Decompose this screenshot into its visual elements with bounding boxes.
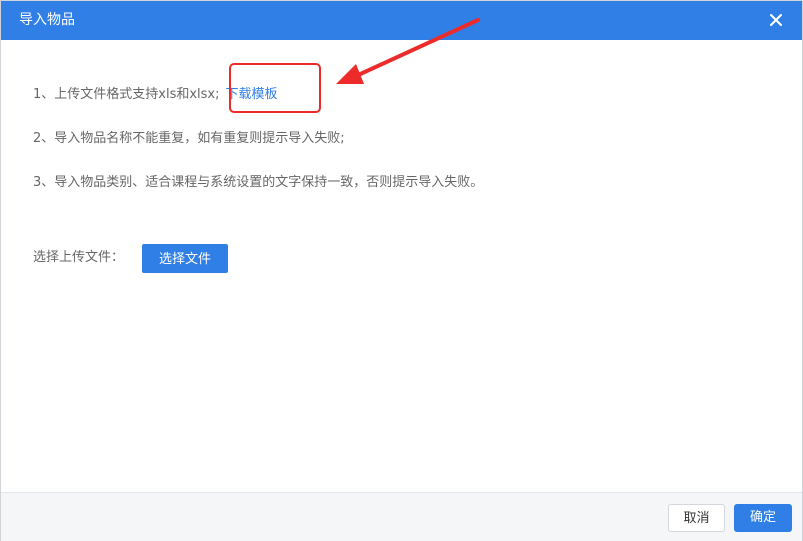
instruction-line-1: 1、上传文件格式支持xls和xlsx; 下载模板 [33, 86, 278, 104]
dialog-body: 1、上传文件格式支持xls和xlsx; 下载模板 2、导入物品名称不能重复，如有重… [1, 40, 802, 492]
confirm-button[interactable]: 确定 [734, 504, 792, 532]
instruction-line-1-text: 1、上传文件格式支持xls和xlsx; [33, 87, 220, 102]
import-items-dialog: 导入物品 1、上传文件格式支持xls和xlsx; 下载模板 2、导入物品名称不能重… [0, 0, 803, 541]
dialog-title: 导入物品 [19, 12, 75, 28]
choose-file-button[interactable]: 选择文件 [142, 244, 228, 273]
instruction-line-3: 3、导入物品类别、适合课程与系统设置的文字保持一致，否则提示导入失败。 [33, 175, 484, 190]
dialog-footer: 取消 确定 [1, 492, 802, 541]
cancel-button[interactable]: 取消 [668, 504, 725, 532]
dialog-header: 导入物品 [1, 1, 802, 40]
instruction-line-2: 2、导入物品名称不能重复，如有重复则提示导入失败; [33, 131, 345, 146]
upload-label: 选择上传文件： [33, 250, 125, 265]
close-icon[interactable] [766, 10, 786, 30]
download-template-link[interactable]: 下载模板 [226, 87, 278, 102]
